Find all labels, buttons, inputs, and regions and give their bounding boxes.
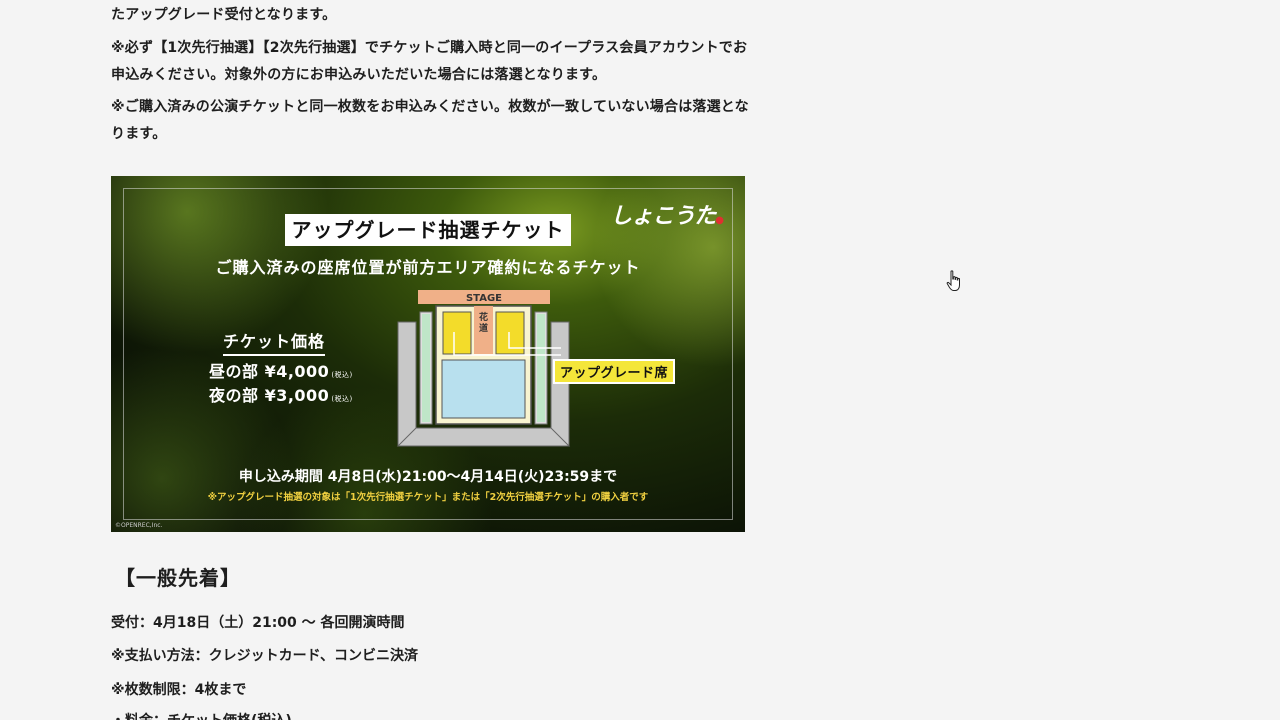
stage-label: STAGE <box>466 293 502 304</box>
price-line: ・料金：チケット価格(税込) <box>111 710 292 720</box>
page: たアップグレード受付となります。 ※必ず【1次先行抽選】【2次先行抽選】でチケッ… <box>0 0 1280 720</box>
left-outer-block <box>397 321 417 447</box>
logo-text: しょこうた <box>610 204 716 229</box>
right-outer-block <box>550 321 570 447</box>
price-night-tax: (税込) <box>331 395 353 403</box>
copyright: ©OPENREC,Inc. <box>115 522 163 529</box>
payment-methods: ※支払い方法：クレジットカード、コンビニ決済 <box>111 648 419 664</box>
price-day: 昼の部 ¥4,000 (税込) <box>209 358 353 382</box>
left-side-seats <box>422 314 430 422</box>
reception-period: 受付：4月18日（土）21:00 〜 各回開演時間 <box>111 615 405 631</box>
paragraph-account-note: ※必ず【1次先行抽選】【2次先行抽選】でチケットご購入時と同一のイープラス会員ア… <box>111 40 748 83</box>
banner-subtitle: ご購入済みの座席位置が前方エリア確約になるチケット <box>215 258 641 277</box>
logo-dot-icon: ● <box>715 215 724 226</box>
price-day-tax: (税込) <box>331 371 353 379</box>
shokouta-logo: しょこうた● <box>610 198 724 230</box>
eligibility-note: ※アップグレード抽選の対象は「1次先行抽選チケット」または「2次先行抽選チケット… <box>207 492 649 503</box>
price-night: 夜の部 ¥3,000 (税込) <box>209 382 353 406</box>
price-night-label: 夜の部 ¥3,000 <box>209 386 330 405</box>
hanamichi-label: 花道 <box>479 311 488 334</box>
upgrade-ticket-banner: アップグレード抽選チケット しょこうた● ご購入済みの座席位置が前方エリア確約に… <box>111 176 745 532</box>
application-period: 申し込み期間 4月8日(水)21:00〜4月14日(火)23:59まで <box>238 469 618 485</box>
right-side-seats <box>537 314 545 422</box>
paragraph-quantity-note: ※ご購入済みの公演チケットと同一枚数をお申込みください。枚数が一致していない場合… <box>111 99 749 142</box>
hand-pointer-icon <box>946 270 960 291</box>
price-day-label: 昼の部 ¥4,000 <box>209 362 330 381</box>
paragraph-upgrade-intro: たアップグレード受付となります。 <box>111 7 337 23</box>
price-heading: チケット価格 <box>223 328 326 356</box>
venue-seat-map: STAGE 花道 <box>396 290 571 447</box>
banner-title: アップグレード抽選チケット <box>285 214 571 246</box>
ticket-limit: ※枚数制限：4枚まで <box>111 682 247 698</box>
rear-outer-block <box>396 427 571 447</box>
upgrade-seats-left <box>442 311 472 355</box>
general-sale-heading: 【一般先着】 <box>115 566 241 590</box>
upgrade-seat-callout: アップグレード席 <box>553 359 676 384</box>
general-floor <box>441 359 526 419</box>
